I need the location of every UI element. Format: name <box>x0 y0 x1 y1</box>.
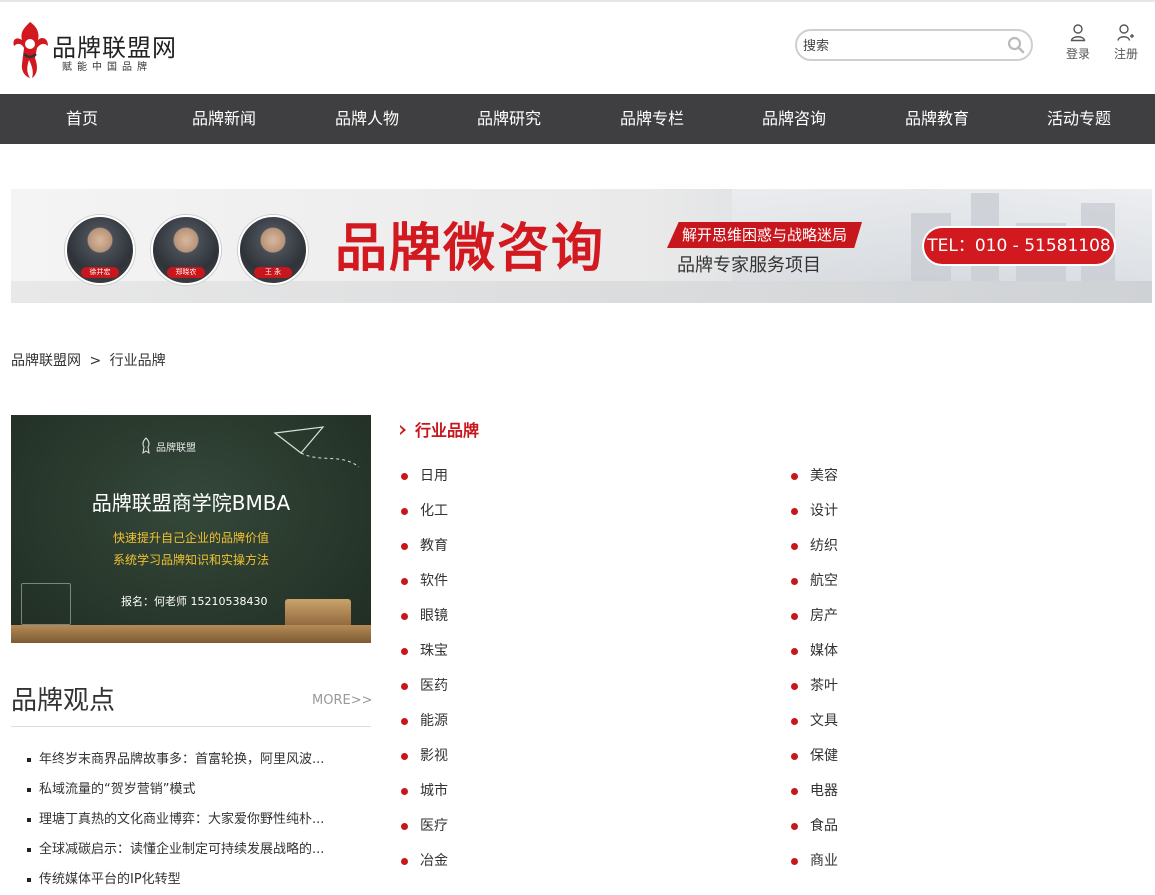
logo-subtitle: 赋能中国品牌 <box>62 62 152 73</box>
add-user-icon <box>1117 24 1134 41</box>
promo-line-2: 系统学习品牌知识和实操方法 <box>112 553 269 567</box>
category-link[interactable]: 电器 <box>790 774 1090 809</box>
promo-brand: 品牌联盟 <box>156 443 196 454</box>
expert-avatar: 郑晓农 <box>151 215 221 285</box>
promo-contact: 报名：何老师 15210538430 <box>121 595 268 608</box>
category-link[interactable]: 航空 <box>790 564 1090 599</box>
main-nav: 首页 品牌新闻 品牌人物 品牌研究 品牌专栏 品牌咨询 品牌教育 活动专题 <box>0 94 1155 144</box>
search-box[interactable] <box>795 29 1033 61</box>
category-link[interactable]: 房产 <box>790 599 1090 634</box>
triangle-arrow-icon <box>400 425 406 435</box>
category-link[interactable]: 日用 <box>400 459 700 494</box>
search-icon[interactable] <box>1007 36 1025 54</box>
industry-heading: 行业品牌 <box>400 417 479 441</box>
category-link[interactable]: 医药 <box>400 669 700 704</box>
section-divider <box>11 726 371 727</box>
nav-item-research[interactable]: 品牌研究 <box>438 94 580 144</box>
category-link[interactable]: 保健 <box>790 739 1090 774</box>
login-label: 登录 <box>1065 47 1090 61</box>
opinions-title: 品牌观点 <box>11 686 116 716</box>
breadcrumb-current: 行业品牌 <box>109 353 166 369</box>
nav-item-people[interactable]: 品牌人物 <box>296 94 438 144</box>
category-link[interactable]: 软件 <box>400 564 700 599</box>
nav-item-home[interactable]: 首页 <box>11 94 153 144</box>
category-link[interactable]: 文具 <box>790 704 1090 739</box>
login-link[interactable]: 登录 <box>1063 24 1093 62</box>
wood-shelf <box>11 625 371 643</box>
banner-headline: 品牌微咨询 <box>335 219 606 279</box>
industry-list-left: 日用 化工 教育 软件 眼镜 珠宝 医药 能源 影视 城市 医疗 冶金 <box>400 459 700 879</box>
expert-name: 郑晓农 <box>167 267 205 278</box>
opinions-more-link[interactable]: MORE>> <box>312 693 372 708</box>
nav-item-news[interactable]: 品牌新闻 <box>153 94 295 144</box>
expert-avatar: 徐井宏 <box>65 215 135 285</box>
category-link[interactable]: 商业 <box>790 844 1090 879</box>
category-link[interactable]: 食品 <box>790 809 1090 844</box>
breadcrumb-home[interactable]: 品牌联盟网 <box>11 353 81 369</box>
breadcrumb: 品牌联盟网 > 行业品牌 <box>11 350 166 370</box>
category-link[interactable]: 设计 <box>790 494 1090 529</box>
list-item[interactable]: 年终岁末商界品牌故事多：首富轮换，阿里风波... <box>11 745 371 775</box>
nav-item-consult[interactable]: 品牌咨询 <box>723 94 865 144</box>
expert-name: 徐井宏 <box>81 267 119 278</box>
breadcrumb-separator: > <box>89 353 102 369</box>
category-link[interactable]: 茶叶 <box>790 669 1090 704</box>
list-item[interactable]: 理塘丁真热的文化商业博弈：大家爱你野性纯朴... <box>11 805 371 835</box>
category-link[interactable]: 珠宝 <box>400 634 700 669</box>
category-link[interactable]: 影视 <box>400 739 700 774</box>
search-input[interactable] <box>801 35 1005 57</box>
expert-avatar: 王 永 <box>238 215 308 285</box>
category-link[interactable]: 眼镜 <box>400 599 700 634</box>
brand-mark-icon <box>142 437 150 455</box>
promo-title: 品牌联盟商学院BMBA <box>91 491 291 515</box>
list-item[interactable]: 传统媒体平台的IP化转型 <box>11 865 371 895</box>
bmba-promo-image[interactable]: 品牌联盟 品牌联盟商学院BMBA 快速提升自己企业的品牌价值 系统学习品牌知识和… <box>11 415 371 643</box>
banner-phone: TEL：010 - 51581108 <box>924 228 1114 264</box>
opinions-list: 年终岁末商界品牌故事多：首富轮换，阿里风波... 私域流量的“贺岁营销”模式 理… <box>11 745 371 895</box>
list-item[interactable]: 私域流量的“贺岁营销”模式 <box>11 775 371 805</box>
category-link[interactable]: 冶金 <box>400 844 700 879</box>
banner-subheadline: 品牌专家服务项目 <box>677 255 821 276</box>
nav-item-education[interactable]: 品牌教育 <box>866 94 1008 144</box>
category-link[interactable]: 媒体 <box>790 634 1090 669</box>
books-sketch <box>21 583 71 625</box>
category-link[interactable]: 医疗 <box>400 809 700 844</box>
consulting-banner[interactable]: 徐井宏 郑晓农 王 永 品牌微咨询 解开思维困惑与战略迷局 品牌专家服务项目 T… <box>11 189 1152 303</box>
site-logo[interactable]: 品牌联盟网 赋能中国品牌 <box>10 18 180 80</box>
promo-line-1: 快速提升自己企业的品牌价值 <box>112 531 269 545</box>
category-link[interactable]: 能源 <box>400 704 700 739</box>
user-icon <box>1070 24 1086 42</box>
category-link[interactable]: 城市 <box>400 774 700 809</box>
category-link[interactable]: 化工 <box>400 494 700 529</box>
industry-list-right: 美容 设计 纺织 航空 房产 媒体 茶叶 文具 保健 电器 食品 商业 <box>790 459 1090 879</box>
category-link[interactable]: 美容 <box>790 459 1090 494</box>
list-item[interactable]: 全球减碳启示：读懂企业制定可持续发展战略的... <box>11 835 371 865</box>
paper-plane-icon <box>273 426 360 468</box>
register-label: 注册 <box>1113 47 1138 61</box>
nav-item-column[interactable]: 品牌专栏 <box>581 94 723 144</box>
category-link[interactable]: 教育 <box>400 529 700 564</box>
expert-name: 王 永 <box>254 267 292 278</box>
logo-mark-icon <box>13 22 49 78</box>
banner-tag: 解开思维困惑与战略迷局 <box>667 222 862 248</box>
register-link[interactable]: 注册 <box>1111 24 1141 62</box>
nav-item-events[interactable]: 活动专题 <box>1008 94 1150 144</box>
category-link[interactable]: 纺织 <box>790 529 1090 564</box>
site-header: 品牌联盟网 赋能中国品牌 登录 注册 <box>0 2 1155 94</box>
industry-title: 行业品牌 <box>415 421 480 440</box>
